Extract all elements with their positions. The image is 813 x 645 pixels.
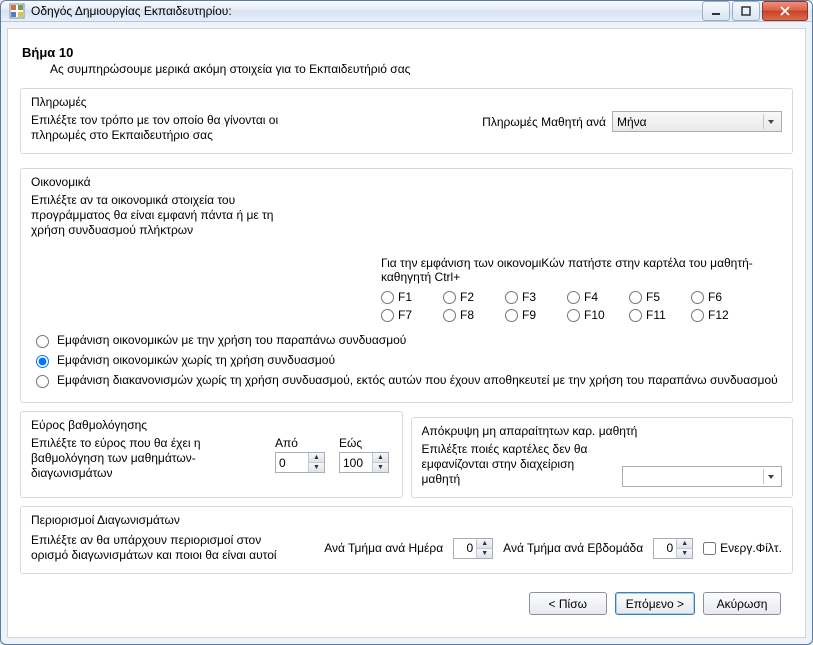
fn-key-f8[interactable]: F8 — [443, 308, 493, 322]
spin-down-icon[interactable]: ▼ — [373, 462, 388, 472]
limits-per-week-label: Ανά Τμήμα ανά Εβδομάδα — [503, 541, 643, 555]
spin-up-icon[interactable]: ▲ — [477, 539, 492, 548]
fn-key-f12[interactable]: F12 — [691, 308, 741, 322]
step-subtitle: Ας συμπηρώσουμε μερικά ακόμη στοιχεία γι… — [50, 62, 791, 76]
limits-per-day-spin[interactable]: ▲▼ — [453, 538, 493, 559]
spin-down-icon[interactable]: ▼ — [309, 462, 324, 472]
payments-per-value: Μήνα — [617, 115, 647, 129]
fn-key-f9[interactable]: F9 — [505, 308, 555, 322]
fn-key-f2[interactable]: F2 — [443, 290, 493, 304]
step-title: Βήμα 10 — [22, 45, 791, 60]
fin-display-opt2[interactable]: Εμφάνιση οικονομικών χωρίς τη χρήση συνδ… — [31, 352, 782, 368]
payments-desc: Επιλέξτε τον τρόπο με τον οποίο θα γίνον… — [31, 113, 331, 143]
spin-up-icon[interactable]: ▲ — [373, 453, 388, 462]
cancel-button[interactable]: Ακύρωση — [703, 592, 781, 615]
close-button[interactable] — [762, 1, 808, 21]
spin-down-icon[interactable]: ▼ — [677, 548, 692, 558]
window-buttons — [702, 1, 808, 21]
hide-tabs-combo[interactable] — [622, 466, 782, 487]
limits-per-day-label: Ανά Τμήμα ανά Ημέρα — [324, 541, 443, 555]
next-button[interactable]: Επόμενο > — [615, 592, 695, 615]
limits-per-week-spin[interactable]: ▲▼ — [653, 538, 693, 559]
grading-to-input[interactable] — [340, 453, 372, 472]
fn-key-f6[interactable]: F6 — [691, 290, 741, 304]
grading-from-spin[interactable]: ▲▼ — [275, 452, 325, 473]
limits-desc: Επιλέξτε αν θα υπάρχουν περιορισμοί στον… — [31, 533, 291, 563]
spin-down-icon[interactable]: ▼ — [477, 548, 492, 558]
fn-key-f5[interactable]: F5 — [629, 290, 679, 304]
fn-key-f7[interactable]: F7 — [381, 308, 431, 322]
limits-filter-checkbox[interactable]: Ενεργ.Φίλτ. — [703, 541, 782, 555]
grading-from-label: Από — [275, 436, 298, 450]
financial-legend: Οικονομικά — [31, 175, 782, 189]
payments-group: Πληρωμές Επιλέξτε τον τρόπο με τον οποίο… — [20, 88, 793, 154]
hide-tabs-desc: Επιλέξτε ποιές καρτέλες δεν θα εμφανίζον… — [422, 442, 603, 487]
limits-per-day-input[interactable] — [454, 539, 476, 558]
fn-row-2: F7 F8 F9 F10 F11 F12 — [381, 308, 782, 322]
back-button[interactable]: < Πίσω — [529, 592, 607, 615]
content-area: Βήμα 10 Ας συμπηρώσουμε μερικά ακόμη στο… — [7, 28, 806, 638]
grading-group: Εύρος βαθμολόγησης Επιλέξτε το εύρος που… — [20, 411, 403, 498]
wizard-window: Οδηγός Δημιουργίας Εκπαιδευτηρίου: Βήμα … — [0, 0, 813, 645]
spin-up-icon[interactable]: ▲ — [309, 453, 324, 462]
grading-desc: Επιλέξτε το εύρος που θα έχει η βαθμολόγ… — [31, 436, 261, 481]
limits-per-week-input[interactable] — [654, 539, 676, 558]
financial-desc: Επιλέξτε αν τα οικονομικά στοιχεία του π… — [31, 193, 291, 238]
fn-row-1: F1 F2 F3 F4 F5 F6 — [381, 290, 782, 304]
window-title: Οδηγός Δημιουργίας Εκπαιδευτηρίου: — [31, 4, 702, 18]
chevron-down-icon — [763, 469, 778, 484]
spin-up-icon[interactable]: ▲ — [677, 539, 692, 548]
financial-group: Οικονομικά Επιλέξτε αν τα οικονομικά στο… — [20, 168, 793, 403]
payments-legend: Πληρωμές — [31, 95, 331, 109]
app-icon — [9, 3, 25, 19]
fn-key-f3[interactable]: F3 — [505, 290, 555, 304]
hide-tabs-legend: Απόκρυψη μη απαραίτητων καρ. μαθητή — [422, 424, 783, 438]
chevron-down-icon — [763, 114, 778, 129]
fn-caption: Για την εμφάνιση των οικονομιKών πατήστε… — [381, 256, 782, 284]
limits-group: Περιορισμοί Διαγωνισμάτων Επιλέξτε αν θα… — [20, 506, 793, 574]
fn-key-f10[interactable]: F10 — [567, 308, 617, 322]
titlebar[interactable]: Οδηγός Δημιουργίας Εκπαιδευτηρίου: — [1, 1, 812, 22]
fn-key-f11[interactable]: F11 — [629, 308, 679, 322]
step-header: Βήμα 10 Ας συμπηρώσουμε μερικά ακόμη στο… — [22, 45, 791, 76]
maximize-button[interactable] — [732, 1, 760, 21]
minimize-button[interactable] — [702, 1, 730, 21]
fn-key-f1[interactable]: F1 — [381, 290, 431, 304]
hide-tabs-group: Απόκρυψη μη απαραίτητων καρ. μαθητή Επιλ… — [411, 417, 794, 498]
grading-legend: Εύρος βαθμολόγησης — [31, 418, 392, 432]
payments-per-combo[interactable]: Μήνα — [612, 111, 782, 132]
fin-display-opt1[interactable]: Εμφάνιση οικονομικών με την χρήση του πα… — [31, 332, 782, 348]
grading-from-input[interactable] — [276, 453, 308, 472]
fn-keys-block: Για την εμφάνιση των οικονομιKών πατήστε… — [381, 256, 782, 322]
grading-to-spin[interactable]: ▲▼ — [339, 452, 389, 473]
fn-key-f4[interactable]: F4 — [567, 290, 617, 304]
limits-filter-label: Ενεργ.Φίλτ. — [720, 541, 782, 555]
grading-to-label: Εώς — [339, 436, 362, 450]
financial-display-options: Εμφάνιση οικονομικών με την χρήση του πα… — [31, 332, 782, 388]
button-bar: < Πίσω Επόμενο > Ακύρωση — [20, 582, 793, 627]
limits-legend: Περιορισμοί Διαγωνισμάτων — [31, 513, 782, 527]
fin-display-opt3[interactable]: Εμφάνιση διακανονισμών χωρίς τη χρήση συ… — [31, 372, 782, 388]
payments-per-label: Πληρωμές Μαθητή ανά — [482, 115, 606, 129]
